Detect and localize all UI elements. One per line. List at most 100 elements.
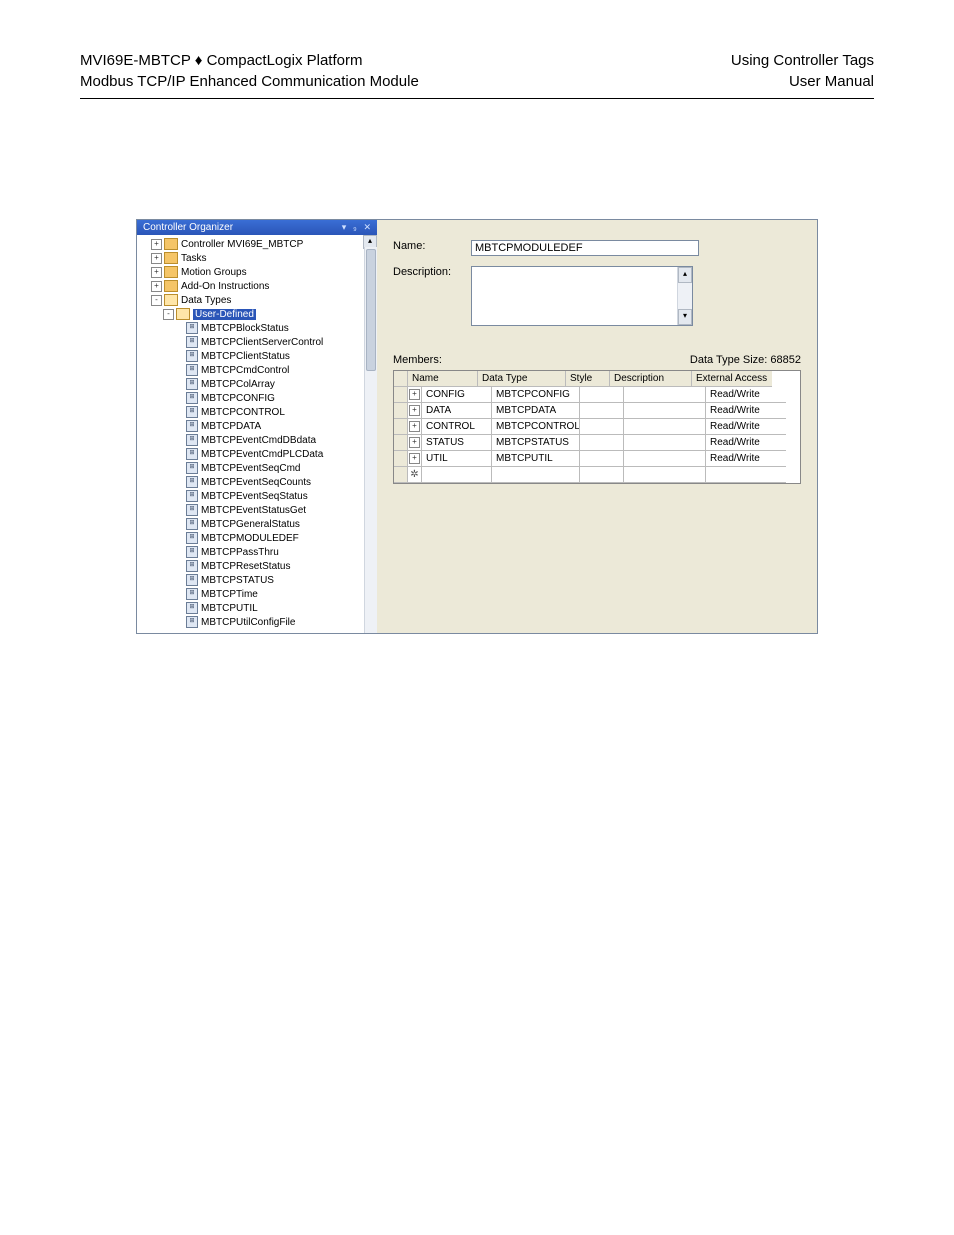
tree-scrollbar[interactable] (364, 247, 377, 633)
dropdown-icon[interactable]: ▾ (342, 222, 347, 232)
expand-icon[interactable]: + (151, 253, 162, 264)
grid-header-ext[interactable]: External Access (692, 371, 772, 387)
row-expand[interactable]: + (408, 435, 422, 451)
tree-label: MBTCPEventSeqCmd (201, 463, 300, 474)
row-selector[interactable] (394, 435, 408, 451)
cell-desc[interactable] (624, 435, 706, 451)
udt-icon: ⊞ (186, 518, 198, 530)
tree-node-udt[interactable]: ⊞MBTCPEventCmdPLCData (139, 447, 377, 461)
tree-label: MBTCPPassThru (201, 547, 279, 558)
name-input[interactable] (471, 240, 699, 256)
cell-ext[interactable]: Read/Write (706, 435, 786, 451)
row-expand[interactable]: + (408, 387, 422, 403)
cell-name[interactable]: DATA (422, 403, 492, 419)
expand-icon[interactable]: + (151, 267, 162, 278)
cell-style[interactable] (580, 451, 624, 467)
cell-ext[interactable]: Read/Write (706, 387, 786, 403)
row-expand[interactable]: + (408, 451, 422, 467)
tree-node-udt[interactable]: ⊞MBTCPCONTROL (139, 405, 377, 419)
tree-node-udt[interactable]: ⊞MBTCPCmdControl (139, 363, 377, 377)
desc-scroll-down-icon[interactable]: ▾ (678, 309, 692, 325)
tree-node-udt[interactable]: ⊞MBTCPEventCmdDBdata (139, 433, 377, 447)
grid-row[interactable]: +CONTROLMBTCPCONTROL Read/Write (394, 419, 800, 435)
tree-scrollbar-thumb[interactable] (366, 249, 376, 371)
cell-name[interactable]: UTIL (422, 451, 492, 467)
cell-style[interactable] (580, 387, 624, 403)
row-selector[interactable] (394, 451, 408, 467)
description-textarea[interactable]: ▴ ▾ (471, 266, 693, 326)
tree-node-udt[interactable]: ⊞MBTCPUtilConfigFile (139, 615, 377, 629)
cell-type[interactable]: MBTCPCONTROL (492, 419, 580, 435)
tree-node-udt[interactable]: ⊞MBTCPUTIL (139, 601, 377, 615)
tree-node-user-defined[interactable]: - User-Defined (139, 307, 377, 321)
close-icon[interactable]: ✕ (363, 222, 371, 232)
tree-node-udt[interactable]: ⊞MBTCPPassThru (139, 545, 377, 559)
tree-node-udt[interactable]: ⊞MBTCPEventSeqStatus (139, 489, 377, 503)
grid-header-name[interactable]: Name (408, 371, 478, 387)
cell-desc[interactable] (624, 403, 706, 419)
cell-type[interactable]: MBTCPUTIL (492, 451, 580, 467)
tree-node-udt[interactable]: ⊞MBTCPSTATUS (139, 573, 377, 587)
tree-node-udt[interactable]: ⊞MBTCPResetStatus (139, 559, 377, 573)
cell-style[interactable] (580, 435, 624, 451)
tree-node-udt[interactable]: ⊞MBTCPMODULEDEF (139, 531, 377, 545)
grid-row[interactable]: +UTILMBTCPUTIL Read/Write (394, 451, 800, 467)
cell-style[interactable] (580, 419, 624, 435)
row-expand[interactable]: + (408, 403, 422, 419)
tree-node[interactable]: +Controller MVI69E_MBTCP (139, 237, 377, 251)
tree-node-udt[interactable]: ⊞MBTCPEventStatusGet (139, 503, 377, 517)
tree-node[interactable]: +Add-On Instructions (139, 279, 377, 293)
tree-node-udt[interactable]: ⊞MBTCPClientStatus (139, 349, 377, 363)
cell-desc[interactable] (624, 419, 706, 435)
cell-ext[interactable]: Read/Write (706, 451, 786, 467)
cell-type[interactable]: MBTCPCONFIG (492, 387, 580, 403)
tree-node-udt[interactable]: ⊞MBTCPTime (139, 587, 377, 601)
grid-header-style[interactable]: Style (566, 371, 610, 387)
udt-icon: ⊞ (186, 336, 198, 348)
expand-icon[interactable]: + (151, 281, 162, 292)
grid-new-row[interactable]: ✲ (394, 467, 800, 483)
tree-node-udt[interactable]: ⊞MBTCPEventSeqCmd (139, 461, 377, 475)
cell-type[interactable]: MBTCPSTATUS (492, 435, 580, 451)
tree-label: MBTCPCmdControl (201, 365, 289, 376)
cell-desc[interactable] (624, 451, 706, 467)
tree-node[interactable]: -Data Types (139, 293, 377, 307)
row-selector[interactable] (394, 387, 408, 403)
tree-node-udt[interactable]: ⊞MBTCPBlockStatus (139, 321, 377, 335)
tree-node[interactable]: +Tasks (139, 251, 377, 265)
grid-row[interactable]: +DATAMBTCPDATA Read/Write (394, 403, 800, 419)
tree-node[interactable]: +Motion Groups (139, 265, 377, 279)
row-selector[interactable] (394, 403, 408, 419)
tree-node-udt[interactable]: ⊞MBTCPColArray (139, 377, 377, 391)
cell-name[interactable]: STATUS (422, 435, 492, 451)
grid-header-desc[interactable]: Description (610, 371, 692, 387)
add-row-icon[interactable]: ✲ (408, 467, 422, 483)
grid-header-type[interactable]: Data Type (478, 371, 566, 387)
udt-icon: ⊞ (186, 434, 198, 446)
tree-node-udt[interactable]: ⊞MBTCPGeneralStatus (139, 517, 377, 531)
members-label: Members: (393, 354, 442, 366)
tree-node-udt[interactable]: ⊞MBTCPDATA (139, 419, 377, 433)
cell-type[interactable]: MBTCPDATA (492, 403, 580, 419)
row-expand[interactable]: + (408, 419, 422, 435)
tree-node-udt[interactable]: ⊞MBTCPClientServerControl (139, 335, 377, 349)
tree-node-udt[interactable]: ⊞MBTCPCONFIG (139, 391, 377, 405)
udt-icon: ⊞ (186, 322, 198, 334)
grid-corner-cell (394, 371, 408, 387)
udt-icon: ⊞ (186, 406, 198, 418)
cell-ext[interactable]: Read/Write (706, 419, 786, 435)
desc-scroll-up-icon[interactable]: ▴ (678, 267, 692, 283)
row-selector[interactable] (394, 419, 408, 435)
cell-ext[interactable]: Read/Write (706, 403, 786, 419)
cell-desc[interactable] (624, 387, 706, 403)
tree-node-udt[interactable]: ⊞MBTCPEventSeqCounts (139, 475, 377, 489)
pin-icon[interactable]: ₉ (353, 222, 357, 232)
cell-style[interactable] (580, 403, 624, 419)
expand-icon[interactable]: - (151, 295, 162, 306)
expand-icon[interactable]: + (151, 239, 162, 250)
grid-row[interactable]: +STATUSMBTCPSTATUS Read/Write (394, 435, 800, 451)
collapse-icon[interactable]: - (163, 309, 174, 320)
cell-name[interactable]: CONFIG (422, 387, 492, 403)
grid-row[interactable]: +CONFIGMBTCPCONFIG Read/Write (394, 387, 800, 403)
cell-name[interactable]: CONTROL (422, 419, 492, 435)
